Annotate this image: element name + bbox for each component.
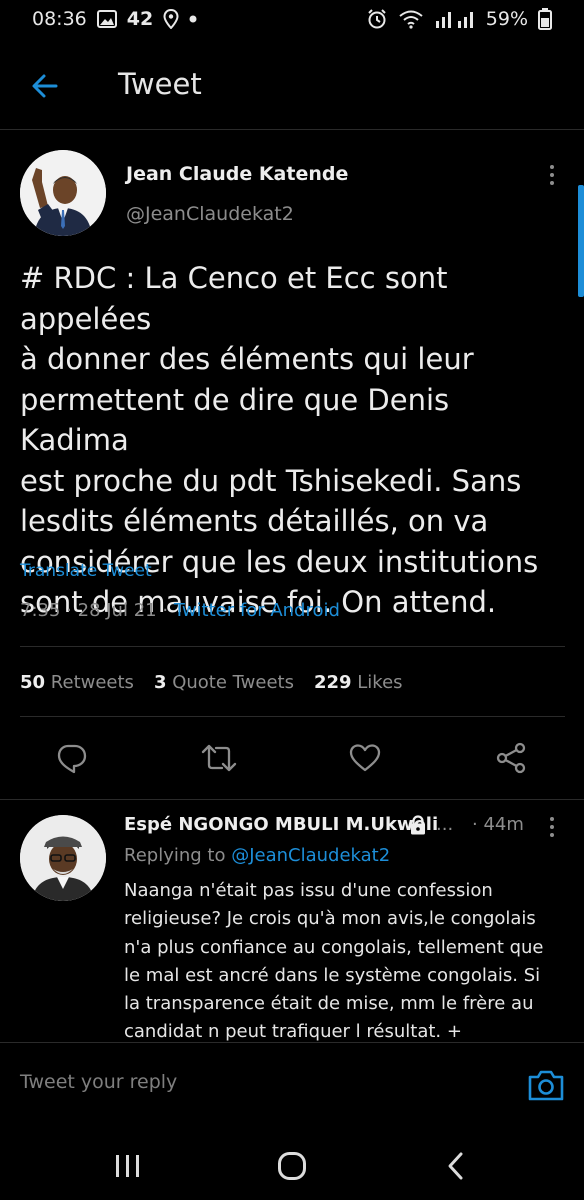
tweet-line: est proche du pdt Tshisekedi. Sans <box>20 463 522 498</box>
reply-name-ellipsis: ... <box>436 814 454 835</box>
battery-percentage: 59% <box>485 8 528 30</box>
status-bar: 08:36 42 59% <box>0 0 584 40</box>
gallery-icon <box>96 10 117 28</box>
quote-tweets-count: 3 <box>153 672 167 693</box>
tweet-actions <box>0 730 584 786</box>
home-button[interactable] <box>270 1144 314 1188</box>
more-dot-icon <box>550 817 554 821</box>
meta-separator: · <box>66 600 72 621</box>
lock-icon <box>409 815 427 835</box>
wifi-icon <box>398 9 424 29</box>
like-icon <box>349 744 381 772</box>
replying-prefix: Replying to <box>124 845 226 866</box>
share-button[interactable] <box>491 738 531 778</box>
reply-line: la transparence était de mise, mm le frè… <box>124 993 534 1015</box>
status-time: 08:36 <box>32 8 87 30</box>
tweet-date: 28 Jul 21 <box>77 600 157 621</box>
reply-author-name[interactable]: Espé NGONGO MBULI M.Ukweli <box>124 814 438 835</box>
back-nav-button[interactable] <box>434 1144 478 1188</box>
back-arrow-icon <box>32 74 58 98</box>
retweets-stat[interactable]: 50 Retweets <box>20 672 134 693</box>
reply-line: Naanga n'était pas issu d'une confession <box>124 880 493 901</box>
app-header: Tweet <box>0 40 584 130</box>
home-icon <box>278 1152 306 1180</box>
reply-author-avatar[interactable] <box>20 815 106 901</box>
alarm-icon <box>366 8 388 30</box>
author-avatar[interactable] <box>20 150 106 236</box>
camera-icon <box>528 1070 564 1101</box>
replying-to: Replying to @JeanClaudekat2 <box>124 845 390 866</box>
camera-button[interactable] <box>526 1065 566 1105</box>
quote-tweets-stat[interactable]: 3 Quote Tweets <box>154 672 294 693</box>
notification-count: 42 <box>126 8 154 30</box>
tweet-line: à donner des éléments qui leur <box>20 342 474 376</box>
author-name[interactable]: Jean Claude Katende <box>126 163 348 185</box>
more-dot-icon <box>550 833 554 837</box>
tweet-time: 7:35 <box>20 600 61 621</box>
tweet-more-options-button[interactable] <box>542 160 562 190</box>
tweet-line: lesdits éléments détaillés, on va <box>20 504 489 538</box>
reply-line: religieuse? Je crois qu'à mon avis,le co… <box>124 908 536 930</box>
retweets-label: Retweets <box>50 672 134 693</box>
meta-separator: · <box>162 600 169 621</box>
tweet-meta: 7:35 · 28 Jul 21 · Twitter for Android <box>20 600 340 621</box>
likes-count: 229 <box>313 672 352 693</box>
reply-input[interactable]: Tweet your reply <box>20 1071 500 1101</box>
back-chevron-icon <box>448 1152 463 1180</box>
likes-stat[interactable]: 229 Likes <box>314 672 403 693</box>
tweet-client-link[interactable]: Twitter for Android <box>174 600 340 621</box>
signal-icon <box>434 9 476 29</box>
tweet-line: # RDC : La Cenco et Ecc sont appelées <box>20 261 448 336</box>
more-dot-icon <box>550 165 554 169</box>
reply-text: Naanga n'était pas issu d'une confession… <box>124 877 569 1042</box>
dot-icon <box>189 15 197 23</box>
more-dot-icon <box>550 181 554 185</box>
recent-apps-button[interactable] <box>106 1144 150 1188</box>
retweet-icon <box>201 744 237 772</box>
reply-icon <box>57 744 87 774</box>
divider <box>20 646 565 647</box>
tweet-line: permettent de dire que Denis Kadima <box>20 382 450 458</box>
location-icon <box>163 9 179 29</box>
translate-tweet-link[interactable]: Translate Tweet <box>20 561 152 581</box>
divider <box>0 799 584 800</box>
reply-button[interactable] <box>52 738 92 778</box>
divider <box>20 716 565 717</box>
reply-line: le mal est ancré dans le système congola… <box>124 964 541 986</box>
retweet-button[interactable] <box>199 738 239 778</box>
reply-line: n'a plus confiance au congolais, telleme… <box>124 936 544 958</box>
replying-handle-link[interactable]: @JeanClaudekat2 <box>231 845 390 866</box>
back-button[interactable] <box>26 66 66 106</box>
reply-more-options-button[interactable] <box>542 812 562 842</box>
scrollbar-thumb[interactable] <box>578 185 584 297</box>
retweets-count: 50 <box>20 672 46 693</box>
likes-label: Likes <box>357 672 403 693</box>
like-button[interactable] <box>345 738 385 778</box>
quote-tweets-label: Quote Tweets <box>172 672 294 693</box>
page-title: Tweet <box>118 67 202 101</box>
system-nav-bar <box>0 1132 584 1200</box>
share-icon <box>496 742 526 774</box>
tweet-stats: 50 Retweets 3 Quote Tweets 229 Likes <box>20 672 403 693</box>
compose-bar: Tweet your reply <box>0 1042 584 1132</box>
more-dot-icon <box>550 173 554 177</box>
more-dot-icon <box>550 825 554 829</box>
reply-line: candidat n peut trafiquer l résultat. + <box>124 1021 462 1042</box>
recent-apps-icon <box>116 1155 139 1177</box>
battery-icon <box>538 8 552 30</box>
reply-time: · 44m <box>472 814 524 835</box>
author-handle[interactable]: @JeanClaudekat2 <box>126 203 294 225</box>
